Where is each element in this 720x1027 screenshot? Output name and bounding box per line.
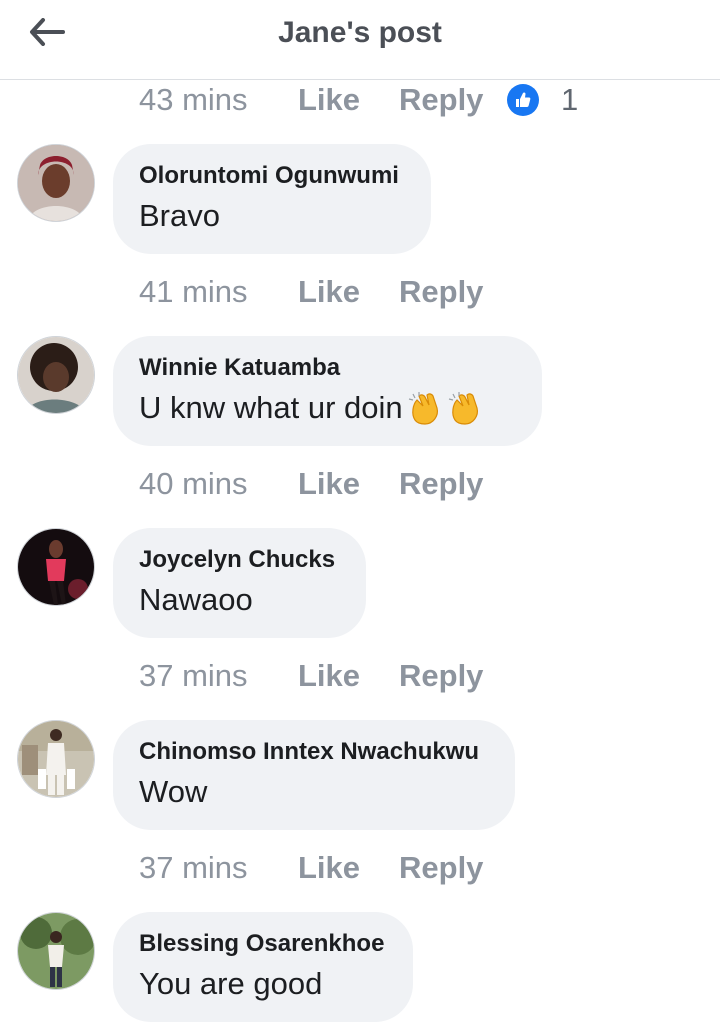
comment-author[interactable]: Oloruntomi Ogunwumi <box>139 162 405 190</box>
comment-author[interactable]: Winnie Katuamba <box>139 354 516 382</box>
comment-author[interactable]: Chinomso Inntex Nwachukwu <box>139 738 489 766</box>
comment-text: Bravo <box>139 198 220 233</box>
comment-text: U knw what ur doin <box>139 390 403 425</box>
comment-text: Nawaoo <box>139 582 253 617</box>
avatar-image <box>18 913 94 989</box>
timestamp: 37 mins <box>139 658 248 693</box>
comment-author[interactable]: Joycelyn Chucks <box>139 546 340 574</box>
avatar-image <box>18 337 94 413</box>
comment-text: Wow <box>139 774 208 809</box>
comment-meta: 43 mins Like Reply 1 <box>139 80 578 120</box>
clapping-hands-icon <box>448 392 478 425</box>
comment-bubble: Joycelyn Chucks Nawaoo <box>113 528 366 638</box>
comment-text: You are good <box>139 966 323 1001</box>
thumbs-up-icon[interactable] <box>507 84 539 116</box>
comment-bubble: Winnie Katuamba U knw what ur doin <box>113 336 542 446</box>
reply-button[interactable]: Reply <box>399 466 507 502</box>
top-bar: Jane's post <box>0 0 720 80</box>
comment-text-row: U knw what ur doin <box>139 390 516 426</box>
timestamp: 40 mins <box>139 466 248 501</box>
avatar[interactable] <box>17 528 95 606</box>
avatar-image <box>18 529 94 605</box>
like-button[interactable]: Like <box>298 850 399 886</box>
comment-author[interactable]: Blessing Osarenkhoe <box>139 930 387 958</box>
avatar[interactable] <box>17 912 95 990</box>
reply-button[interactable]: Reply <box>399 658 507 694</box>
avatar-image <box>18 145 94 221</box>
reply-button[interactable]: Reply <box>399 274 507 310</box>
page-title: Jane's post <box>278 16 442 49</box>
avatar[interactable] <box>17 720 95 798</box>
reply-button[interactable]: Reply <box>399 850 507 886</box>
comment-meta: 40 mins Like Reply <box>139 464 507 504</box>
avatar[interactable] <box>17 144 95 222</box>
like-button[interactable]: Like <box>298 82 399 118</box>
comment-bubble: Blessing Osarenkhoe You are good <box>113 912 413 1022</box>
clapping-hands-icon <box>408 392 438 425</box>
comment-bubble: Chinomso Inntex Nwachukwu Wow <box>113 720 515 830</box>
like-button[interactable]: Like <box>298 658 399 694</box>
comment-meta: 41 mins Like Reply <box>139 272 507 312</box>
timestamp: 37 mins <box>139 850 248 885</box>
reply-button[interactable]: Reply <box>399 82 507 118</box>
like-button[interactable]: Like <box>298 274 399 310</box>
like-button[interactable]: Like <box>298 466 399 502</box>
avatar-image <box>18 721 94 797</box>
comment-meta: 37 mins Like Reply <box>139 848 507 888</box>
timestamp: 41 mins <box>139 274 248 309</box>
reaction-count: 1 <box>561 82 579 117</box>
avatar[interactable] <box>17 336 95 414</box>
comment-bubble: Oloruntomi Ogunwumi Bravo <box>113 144 431 254</box>
comment-meta: 37 mins Like Reply <box>139 656 507 696</box>
timestamp: 43 mins <box>139 82 248 117</box>
